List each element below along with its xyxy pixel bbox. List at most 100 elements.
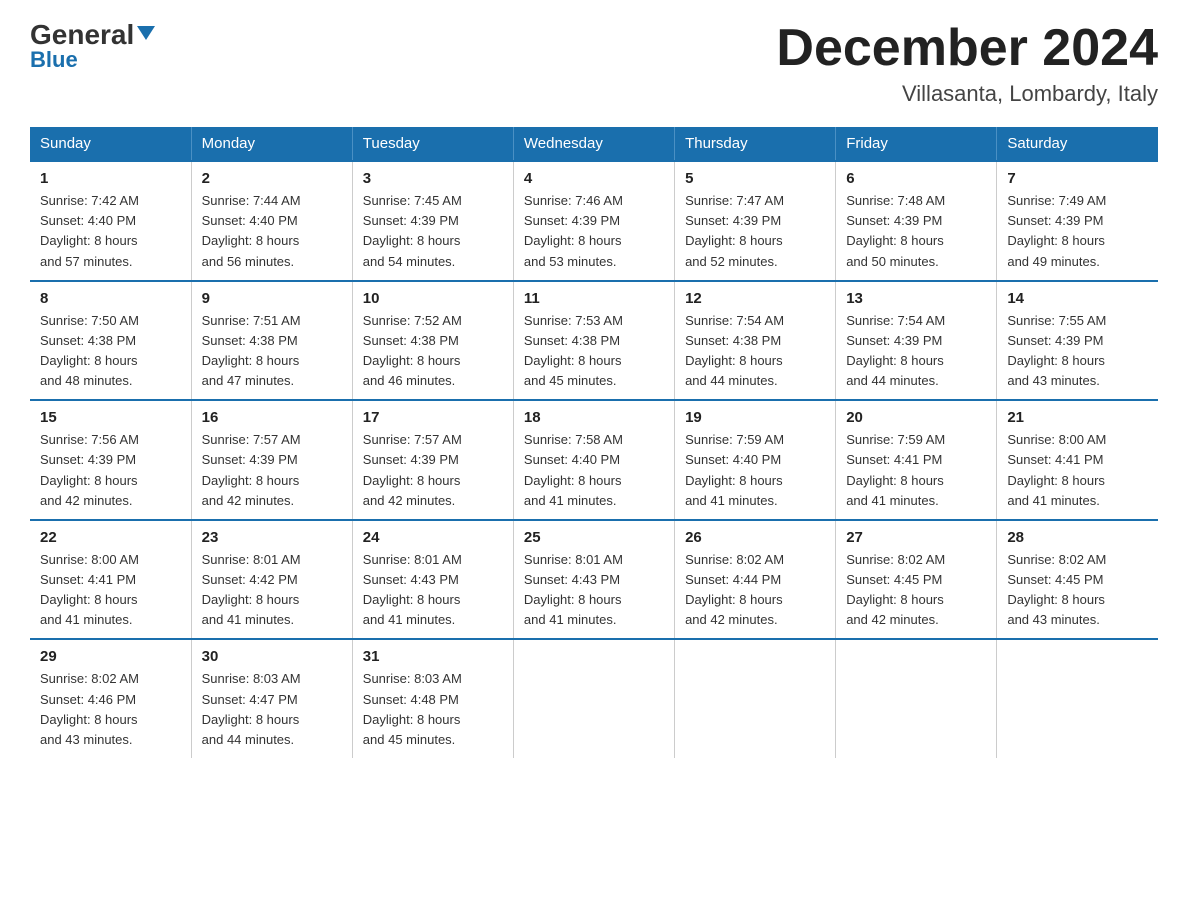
day-info: Sunrise: 8:02 AMSunset: 4:46 PMDaylight:… — [40, 669, 181, 750]
calendar-cell — [675, 639, 836, 758]
calendar-cell: 8 Sunrise: 7:50 AMSunset: 4:38 PMDaylight… — [30, 281, 191, 401]
calendar-table: Sunday Monday Tuesday Wednesday Thursday… — [30, 127, 1158, 758]
col-monday: Monday — [191, 127, 352, 161]
day-info: Sunrise: 8:00 AMSunset: 4:41 PMDaylight:… — [40, 550, 181, 631]
day-info: Sunrise: 8:03 AMSunset: 4:47 PMDaylight:… — [202, 669, 342, 750]
calendar-cell: 17Sunrise: 7:57 AMSunset: 4:39 PMDayligh… — [352, 400, 513, 520]
day-number: 30 — [202, 648, 342, 665]
calendar-cell: 14 Sunrise: 7:55 AMSunset: 4:39 PMDayligh… — [997, 281, 1158, 401]
day-number: 21 — [1007, 409, 1148, 426]
calendar-cell: 22 Sunrise: 8:00 AMSunset: 4:41 PMDayligh… — [30, 520, 191, 640]
col-wednesday: Wednesday — [513, 127, 674, 161]
day-info: Sunrise: 7:53 AMSunset: 4:38 PMDaylight:… — [524, 311, 664, 392]
calendar-cell — [513, 639, 674, 758]
calendar-cell: 28 Sunrise: 8:02 AMSunset: 4:45 PMDayligh… — [997, 520, 1158, 640]
day-number: 18 — [524, 409, 664, 426]
col-sunday: Sunday — [30, 127, 191, 161]
calendar-cell: 18Sunrise: 7:58 AMSunset: 4:40 PMDayligh… — [513, 400, 674, 520]
day-info: Sunrise: 8:01 AMSunset: 4:43 PMDaylight:… — [524, 550, 664, 631]
calendar-cell: 30 Sunrise: 8:03 AMSunset: 4:47 PMDayligh… — [191, 639, 352, 758]
calendar-cell: 5 Sunrise: 7:47 AMSunset: 4:39 PMDaylight… — [675, 161, 836, 281]
calendar-cell: 2 Sunrise: 7:44 AMSunset: 4:40 PMDaylight… — [191, 161, 352, 281]
calendar-cell: 23 Sunrise: 8:01 AMSunset: 4:42 PMDayligh… — [191, 520, 352, 640]
day-number: 13 — [846, 290, 986, 307]
day-info: Sunrise: 8:02 AMSunset: 4:45 PMDaylight:… — [846, 550, 986, 631]
day-info: Sunrise: 7:44 AMSunset: 4:40 PMDaylight:… — [202, 191, 342, 272]
calendar-cell: 10 Sunrise: 7:52 AMSunset: 4:38 PMDayligh… — [352, 281, 513, 401]
day-number: 12 — [685, 290, 825, 307]
calendar-cell: 31 Sunrise: 8:03 AMSunset: 4:48 PMDayligh… — [352, 639, 513, 758]
calendar-week-5: 29Sunrise: 8:02 AMSunset: 4:46 PMDayligh… — [30, 639, 1158, 758]
col-saturday: Saturday — [997, 127, 1158, 161]
day-number: 27 — [846, 529, 986, 546]
calendar-week-3: 15Sunrise: 7:56 AMSunset: 4:39 PMDayligh… — [30, 400, 1158, 520]
day-info: Sunrise: 7:56 AMSunset: 4:39 PMDaylight:… — [40, 430, 181, 511]
day-info: Sunrise: 7:57 AMSunset: 4:39 PMDaylight:… — [363, 430, 503, 511]
calendar-cell: 27 Sunrise: 8:02 AMSunset: 4:45 PMDayligh… — [836, 520, 997, 640]
day-number: 5 — [685, 170, 825, 187]
day-number: 7 — [1007, 170, 1148, 187]
day-info: Sunrise: 8:01 AMSunset: 4:43 PMDaylight:… — [363, 550, 503, 631]
day-number: 16 — [202, 409, 342, 426]
day-info: Sunrise: 7:50 AMSunset: 4:38 PMDaylight:… — [40, 311, 181, 392]
calendar-cell — [836, 639, 997, 758]
calendar-cell: 25Sunrise: 8:01 AMSunset: 4:43 PMDayligh… — [513, 520, 674, 640]
day-number: 23 — [202, 529, 342, 546]
calendar-cell: 24 Sunrise: 8:01 AMSunset: 4:43 PMDayligh… — [352, 520, 513, 640]
day-info: Sunrise: 8:01 AMSunset: 4:42 PMDaylight:… — [202, 550, 342, 631]
calendar-cell: 19 Sunrise: 7:59 AMSunset: 4:40 PMDayligh… — [675, 400, 836, 520]
day-info: Sunrise: 7:59 AMSunset: 4:40 PMDaylight:… — [685, 430, 825, 511]
logo-blue: Blue — [30, 47, 78, 73]
calendar-cell: 12 Sunrise: 7:54 AMSunset: 4:38 PMDayligh… — [675, 281, 836, 401]
header-row: Sunday Monday Tuesday Wednesday Thursday… — [30, 127, 1158, 161]
day-number: 19 — [685, 409, 825, 426]
day-info: Sunrise: 7:49 AMSunset: 4:39 PMDaylight:… — [1007, 191, 1148, 272]
day-number: 14 — [1007, 290, 1148, 307]
day-number: 2 — [202, 170, 342, 187]
logo: General Blue — [30, 20, 155, 73]
day-number: 28 — [1007, 529, 1148, 546]
day-info: Sunrise: 7:42 AMSunset: 4:40 PMDaylight:… — [40, 191, 181, 272]
day-number: 10 — [363, 290, 503, 307]
col-tuesday: Tuesday — [352, 127, 513, 161]
calendar-cell: 13 Sunrise: 7:54 AMSunset: 4:39 PMDayligh… — [836, 281, 997, 401]
day-number: 9 — [202, 290, 342, 307]
calendar-cell: 6Sunrise: 7:48 AMSunset: 4:39 PMDaylight… — [836, 161, 997, 281]
day-info: Sunrise: 7:57 AMSunset: 4:39 PMDaylight:… — [202, 430, 342, 511]
day-number: 31 — [363, 648, 503, 665]
day-info: Sunrise: 8:02 AMSunset: 4:45 PMDaylight:… — [1007, 550, 1148, 631]
page-subtitle: Villasanta, Lombardy, Italy — [776, 81, 1158, 107]
day-number: 1 — [40, 170, 181, 187]
calendar-cell: 7 Sunrise: 7:49 AMSunset: 4:39 PMDaylight… — [997, 161, 1158, 281]
calendar-week-2: 8 Sunrise: 7:50 AMSunset: 4:38 PMDaylight… — [30, 281, 1158, 401]
day-info: Sunrise: 7:46 AMSunset: 4:39 PMDaylight:… — [524, 191, 664, 272]
day-number: 22 — [40, 529, 181, 546]
calendar-cell: 26 Sunrise: 8:02 AMSunset: 4:44 PMDayligh… — [675, 520, 836, 640]
day-info: Sunrise: 8:03 AMSunset: 4:48 PMDaylight:… — [363, 669, 503, 750]
calendar-cell: 20 Sunrise: 7:59 AMSunset: 4:41 PMDayligh… — [836, 400, 997, 520]
day-info: Sunrise: 8:02 AMSunset: 4:44 PMDaylight:… — [685, 550, 825, 631]
day-info: Sunrise: 7:55 AMSunset: 4:39 PMDaylight:… — [1007, 311, 1148, 392]
day-number: 4 — [524, 170, 664, 187]
col-friday: Friday — [836, 127, 997, 161]
calendar-week-1: 1 Sunrise: 7:42 AMSunset: 4:40 PMDaylight… — [30, 161, 1158, 281]
col-thursday: Thursday — [675, 127, 836, 161]
page-title: December 2024 — [776, 20, 1158, 77]
calendar-cell: 11Sunrise: 7:53 AMSunset: 4:38 PMDayligh… — [513, 281, 674, 401]
calendar-cell: 29Sunrise: 8:02 AMSunset: 4:46 PMDayligh… — [30, 639, 191, 758]
day-info: Sunrise: 7:59 AMSunset: 4:41 PMDaylight:… — [846, 430, 986, 511]
page-header: General Blue December 2024 Villasanta, L… — [30, 20, 1158, 107]
day-number: 24 — [363, 529, 503, 546]
title-block: December 2024 Villasanta, Lombardy, Ital… — [776, 20, 1158, 107]
day-number: 3 — [363, 170, 503, 187]
day-number: 26 — [685, 529, 825, 546]
day-info: Sunrise: 7:52 AMSunset: 4:38 PMDaylight:… — [363, 311, 503, 392]
day-info: Sunrise: 7:47 AMSunset: 4:39 PMDaylight:… — [685, 191, 825, 272]
day-info: Sunrise: 7:54 AMSunset: 4:38 PMDaylight:… — [685, 311, 825, 392]
day-number: 8 — [40, 290, 181, 307]
day-info: Sunrise: 7:54 AMSunset: 4:39 PMDaylight:… — [846, 311, 986, 392]
day-number: 20 — [846, 409, 986, 426]
day-info: Sunrise: 7:45 AMSunset: 4:39 PMDaylight:… — [363, 191, 503, 272]
calendar-week-4: 22 Sunrise: 8:00 AMSunset: 4:41 PMDayligh… — [30, 520, 1158, 640]
calendar-cell: 9Sunrise: 7:51 AMSunset: 4:38 PMDaylight… — [191, 281, 352, 401]
